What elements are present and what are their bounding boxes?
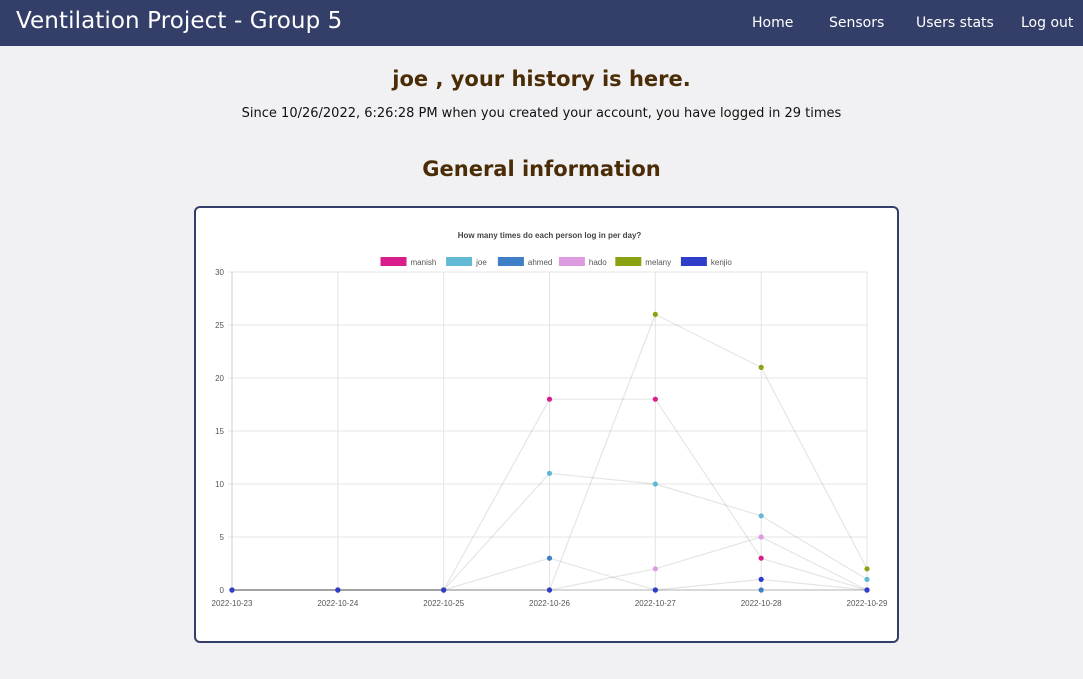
x-tick-label: 2022-10-28 <box>741 599 782 608</box>
brand-title[interactable]: Ventilation Project - Group 5 <box>16 8 342 34</box>
navbar: Ventilation Project - Group 5 Home Senso… <box>0 0 1083 46</box>
account-since-text: Since 10/26/2022, 6:26:28 PM when you cr… <box>241 106 842 121</box>
legend-item-ahmed: ahmed <box>497 257 552 267</box>
legend-item-melany: melany <box>615 257 671 267</box>
nav-logout-link[interactable]: Log out <box>1021 15 1073 31</box>
data-point-joe <box>758 513 764 519</box>
data-point-kenjio <box>335 587 341 593</box>
nav-users-stats-link[interactable]: Users stats <box>916 15 994 31</box>
legend-swatch <box>380 257 407 266</box>
data-point-manish <box>652 396 658 402</box>
y-tick-label: 30 <box>215 268 224 277</box>
legend-swatch <box>615 257 642 266</box>
data-point-melany <box>652 311 658 317</box>
general-information-heading: General information <box>422 157 661 181</box>
legend-item-kenjio: kenjio <box>680 257 732 267</box>
legend-label: manish <box>411 258 437 267</box>
legend-swatch <box>558 257 585 266</box>
data-point-ahmed <box>546 555 553 561</box>
history-heading: joe , your history is here. <box>392 67 691 91</box>
legend-item-hado: hado <box>558 257 607 267</box>
x-tick-label: 2022-10-27 <box>635 599 676 608</box>
data-point-kenjio <box>652 587 658 593</box>
data-point-joe <box>652 481 658 487</box>
login-chart: How many times do each person log in per… <box>212 231 888 608</box>
nav-home-link[interactable]: Home <box>752 15 793 31</box>
data-point-joe <box>864 576 870 582</box>
data-point-kenjio <box>758 576 764 582</box>
data-point-joe <box>546 470 553 476</box>
legend-label: joe <box>475 258 487 267</box>
y-tick-label: 10 <box>215 480 224 489</box>
data-point-hado <box>652 566 658 572</box>
legend-label: kenjio <box>711 258 732 267</box>
data-point-ahmed <box>758 587 764 593</box>
y-tick-label: 5 <box>220 533 225 542</box>
legend-swatch <box>446 257 473 266</box>
nav-sensors-link[interactable]: Sensors <box>829 15 884 31</box>
chart-grid <box>228 271 868 594</box>
chart-title: How many times do each person log in per… <box>458 231 642 240</box>
y-tick-label: 25 <box>215 321 224 330</box>
legend-label: hado <box>589 258 607 267</box>
legend-item-manish: manish <box>380 257 437 267</box>
legend-item-joe: joe <box>446 257 487 267</box>
y-tick-label: 20 <box>215 374 224 383</box>
x-tick-label: 2022-10-29 <box>847 599 888 608</box>
legend-label: melany <box>645 258 671 267</box>
data-point-manish <box>758 555 764 561</box>
chart-legend: manish joe ahmed hado melany kenjio <box>380 257 732 267</box>
data-point-kenjio <box>441 587 447 593</box>
x-tick-label: 2022-10-23 <box>212 599 253 608</box>
y-tick-label: 0 <box>220 586 225 595</box>
data-point-kenjio <box>864 587 870 593</box>
data-point-hado <box>758 534 764 540</box>
x-tick-label: 2022-10-24 <box>317 599 358 608</box>
y-tick-label: 15 <box>215 427 224 436</box>
x-tick-label: 2022-10-26 <box>529 599 570 608</box>
x-tick-label: 2022-10-25 <box>423 599 464 608</box>
data-point-manish <box>546 396 553 402</box>
data-point-kenjio <box>229 587 235 593</box>
data-point-melany <box>758 364 764 370</box>
legend-swatch <box>497 257 524 266</box>
legend-swatch <box>680 257 707 266</box>
chart-card: How many times do each person log in per… <box>194 206 899 643</box>
legend-label: ahmed <box>528 258 552 267</box>
data-point-kenjio <box>546 587 553 593</box>
data-point-melany <box>864 566 870 572</box>
